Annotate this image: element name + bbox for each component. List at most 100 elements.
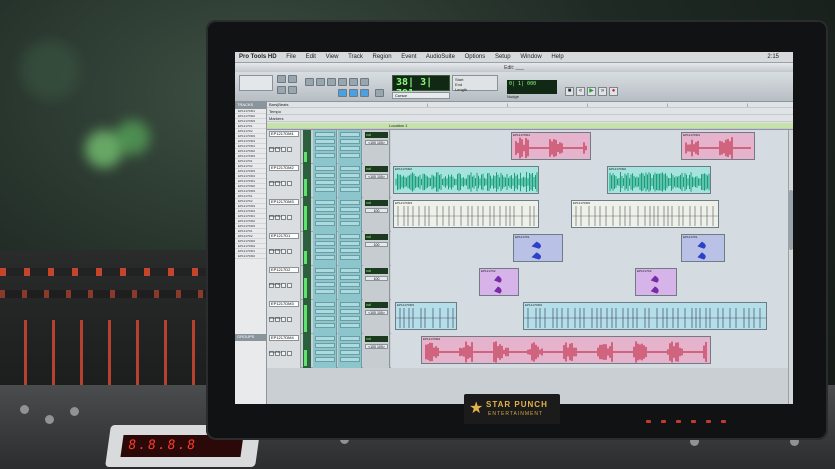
track-playlist-lane[interactable]: EP1217DM3 EP1217DM3 (391, 198, 793, 232)
grid-icon[interactable] (349, 89, 358, 97)
rewind-icon[interactable]: « (576, 87, 585, 96)
zoom-icon[interactable] (277, 75, 286, 83)
audio-clip[interactable]: EP1217D2 (635, 268, 677, 296)
track-name-field[interactable]: EP1217DM1 (269, 131, 299, 137)
track-view-mode[interactable]: waveform (269, 180, 282, 184)
audio-clip[interactable]: EP1217D1 (681, 234, 725, 262)
track-playlist-lane[interactable]: EP1217D1 EP1217D1 (391, 232, 793, 266)
track-name-field[interactable]: EP1217DM3 (269, 199, 299, 205)
audio-clip[interactable]: EP1217DM2 (393, 166, 539, 194)
inserts-a-e[interactable] (313, 300, 337, 334)
smart-tool-icon[interactable] (360, 78, 369, 86)
mute-button[interactable] (287, 351, 292, 356)
track-row[interactable]: EP1217D1 waveform vol 100 EP1217D1 EP1217… (267, 232, 793, 266)
menu-region[interactable]: Region (373, 54, 392, 60)
mute-button[interactable] (287, 249, 292, 254)
inserts-f-j[interactable] (338, 300, 362, 334)
audio-clip[interactable]: EP1217D2 (479, 268, 519, 296)
monitor-led[interactable] (691, 420, 696, 423)
menu-options[interactable]: Options (465, 54, 486, 60)
inserts-f-j[interactable] (338, 334, 362, 368)
track-row[interactable]: EP1217DM3 waveform vol <100 100> EP1217D… (267, 300, 793, 334)
mute-button[interactable] (287, 181, 292, 186)
track-view-mode[interactable]: waveform (269, 214, 282, 218)
grid-icon[interactable] (360, 89, 369, 97)
vertical-scrollbar[interactable] (788, 130, 793, 404)
mute-button[interactable] (287, 283, 292, 288)
track-view-mode[interactable]: waveform (269, 146, 282, 150)
track-name-field[interactable]: EP1217DM4 (269, 335, 299, 341)
pan-display[interactable]: 100 (365, 242, 388, 247)
volume-display[interactable]: vol (365, 268, 388, 274)
volume-display[interactable]: vol (365, 336, 388, 342)
monitor-led[interactable] (646, 420, 651, 423)
track-view-mode[interactable]: waveform (269, 350, 282, 354)
track-row[interactable]: EP1217DM1 waveform vol <100 100> EP1217D… (267, 130, 793, 164)
track-name-field[interactable]: EP1217DM3 (269, 301, 299, 307)
menu-audiosuite[interactable]: AudioSuite (426, 54, 455, 60)
fast-forward-icon[interactable]: » (598, 87, 607, 96)
zoom-icon[interactable] (288, 75, 297, 83)
track-view-mode[interactable]: waveform (269, 248, 282, 252)
edit-mode-box[interactable] (239, 75, 273, 91)
track-name-field[interactable]: EP1217DM2 (269, 165, 299, 171)
menu-event[interactable]: Event (401, 54, 416, 60)
audio-clip[interactable]: EP1217DM3 (395, 302, 457, 330)
inserts-f-j[interactable] (338, 232, 362, 266)
inserts-f-j[interactable] (338, 198, 362, 232)
zoom-preset-icon[interactable] (277, 86, 286, 94)
tab-to-transient-icon[interactable] (375, 89, 384, 97)
audio-clip[interactable]: EP1217DM1 (681, 132, 755, 160)
play-icon[interactable]: ▶ (587, 87, 596, 96)
volume-display[interactable]: vol (365, 302, 388, 308)
zoom-preset-icon[interactable] (288, 86, 297, 94)
pan-display[interactable]: <100 100> (365, 140, 388, 145)
volume-display[interactable]: vol (365, 234, 388, 240)
scrubber-tool-icon[interactable] (338, 78, 347, 86)
timeline-ruler[interactable]: Bars|Beats Tempo Markers Location 1 | | … (267, 102, 793, 130)
menu-track[interactable]: Track (348, 54, 363, 60)
menu-file[interactable]: File (286, 54, 296, 60)
stop-icon[interactable]: ■ (565, 87, 574, 96)
menu-setup[interactable]: Setup (495, 54, 511, 60)
monitor-led[interactable] (676, 420, 681, 423)
selector-tool-icon[interactable] (316, 78, 325, 86)
track-name-field[interactable]: EP1217D1 (269, 233, 299, 239)
track-view-mode[interactable]: waveform (269, 316, 282, 320)
scroll-thumb[interactable] (789, 190, 793, 250)
track-playlist-lane[interactable]: EP1217DM3 EP1217DM3 (391, 300, 793, 334)
menu-app[interactable]: Pro Tools HD (239, 54, 277, 60)
mute-button[interactable] (287, 317, 292, 322)
audio-clip[interactable]: EP1217DM2 (607, 166, 711, 194)
menu-help[interactable]: Help (551, 54, 563, 60)
main-counter[interactable]: 38| 3| 791 (392, 75, 450, 99)
volume-display[interactable]: vol (365, 200, 388, 206)
pan-display[interactable]: 100 (365, 208, 388, 213)
selection-fields[interactable]: Start End Length (452, 75, 498, 92)
mute-button[interactable] (287, 215, 292, 220)
monitor-led[interactable] (706, 420, 711, 423)
pan-display[interactable]: <100 100> (365, 174, 388, 179)
inserts-a-e[interactable] (313, 164, 337, 198)
grid-icon[interactable] (338, 89, 347, 97)
trim-tool-icon[interactable] (305, 78, 314, 86)
track-playlist-lane[interactable]: EP1217DM4 (391, 334, 793, 368)
inserts-a-e[interactable] (313, 266, 337, 300)
audio-clip[interactable]: EP1217DM1 (511, 132, 591, 160)
menu-view[interactable]: View (326, 54, 339, 60)
tracklist-row[interactable]: EP1217DM2 (235, 254, 266, 259)
inserts-f-j[interactable] (338, 130, 362, 164)
volume-display[interactable]: vol (365, 132, 388, 138)
pan-display[interactable]: <100 100> (365, 344, 388, 349)
mute-button[interactable] (287, 147, 292, 152)
pan-display[interactable]: 100 (365, 276, 388, 281)
audio-clip[interactable]: EP1217DM3 (523, 302, 767, 330)
track-name-field[interactable]: EP1217D2 (269, 267, 299, 273)
track-view-mode[interactable]: waveform (269, 282, 282, 286)
inserts-f-j[interactable] (338, 164, 362, 198)
inserts-a-e[interactable] (313, 334, 337, 368)
pan-display[interactable]: <100 100> (365, 310, 388, 315)
volume-display[interactable]: vol (365, 166, 388, 172)
pencil-tool-icon[interactable] (349, 78, 358, 86)
audio-clip[interactable]: EP1217DM4 (421, 336, 711, 364)
